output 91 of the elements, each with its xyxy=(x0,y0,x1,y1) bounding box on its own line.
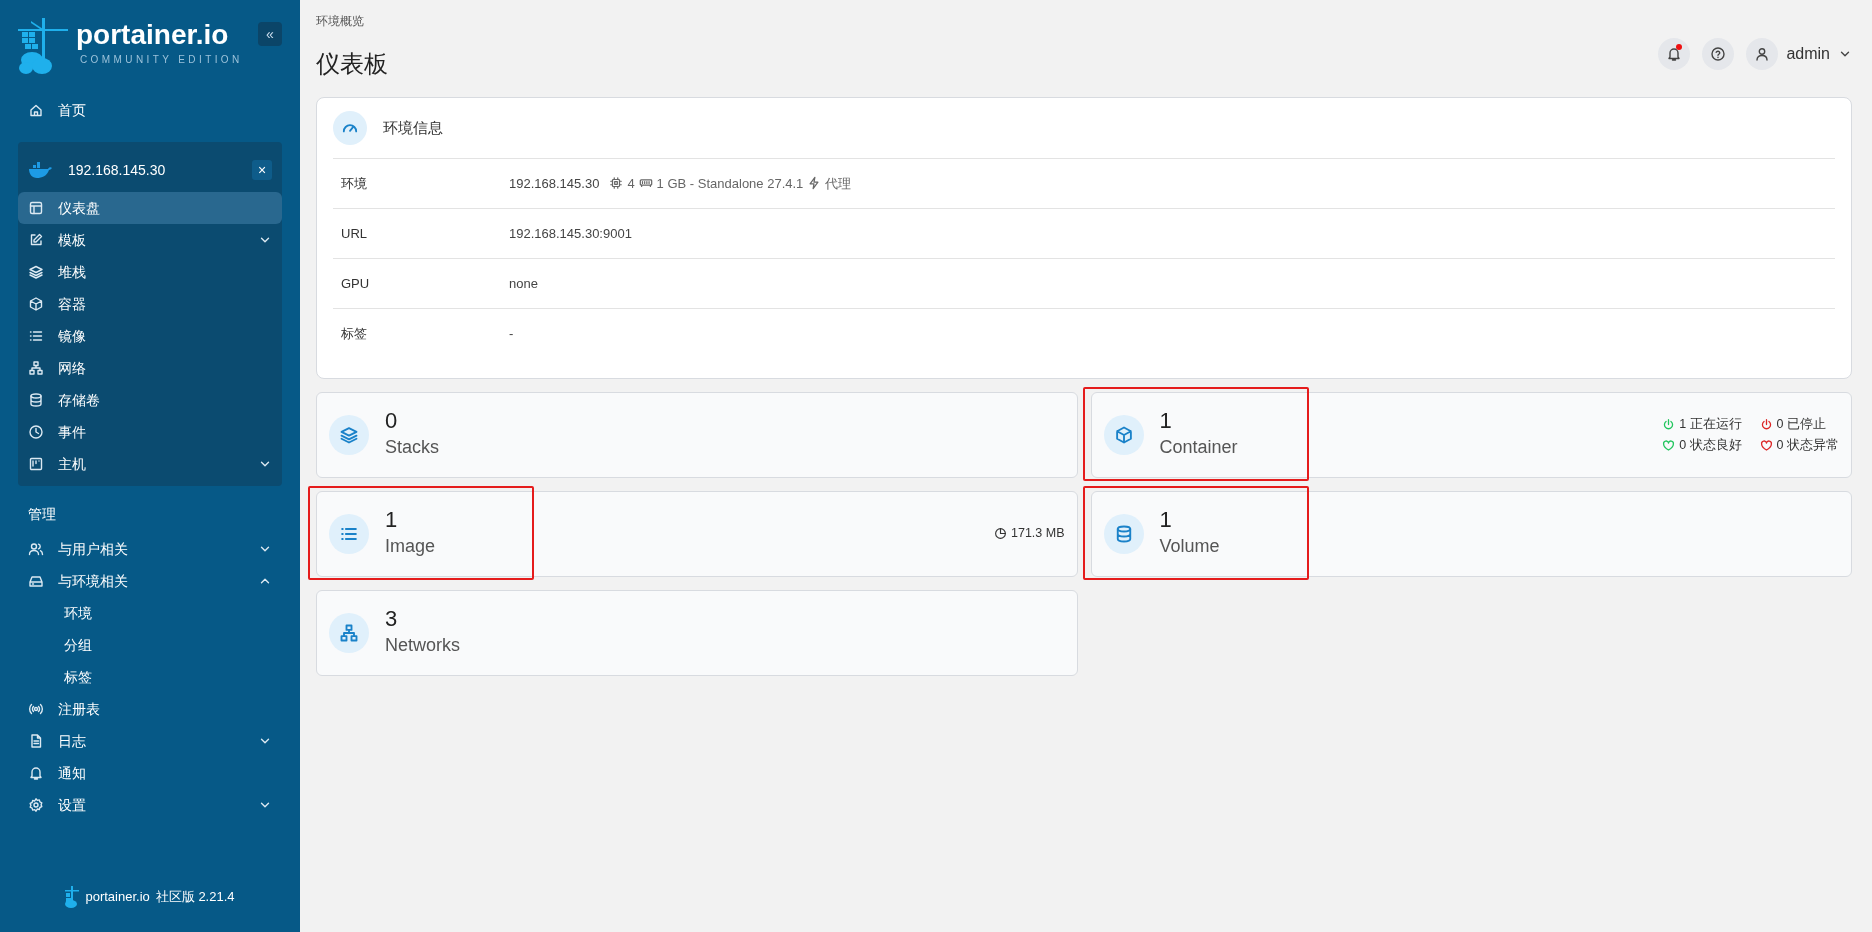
field-value: 代理 xyxy=(825,174,852,193)
nav-item[interactable]: 事件 xyxy=(18,416,282,448)
nav-item[interactable]: 与用户相关 xyxy=(18,533,282,565)
version-label: 社区版 2.21.4 xyxy=(155,888,235,907)
settings-icon xyxy=(28,797,44,813)
field-label: 标签 xyxy=(341,324,368,343)
section-title: 管理 xyxy=(28,505,57,524)
nav-item[interactable]: 镜像 xyxy=(18,320,282,352)
logo-icon xyxy=(18,18,68,76)
field-value: 192.168.145.30:9001 xyxy=(509,224,632,243)
stat-tile[interactable]: 1 Image 171.3 MB xyxy=(316,490,1078,577)
status-count: 0 状态良好 xyxy=(1679,436,1742,454)
nav-item[interactable]: 首页 xyxy=(18,94,282,126)
footer-logo-text: portainer.io xyxy=(85,888,150,907)
board-icon xyxy=(28,456,44,472)
file-icon xyxy=(28,733,44,749)
broadcast-icon xyxy=(28,701,44,717)
tile-count: 1 xyxy=(1159,408,1173,435)
user-icon xyxy=(1754,46,1771,63)
field-value: 1 GB - Standalone 27.4.1 xyxy=(656,174,804,193)
layers-icon xyxy=(339,424,359,445)
nav-item[interactable]: 日志 xyxy=(18,725,282,757)
field-label: URL xyxy=(341,224,368,243)
nav-item[interactable]: 存储卷 xyxy=(18,384,282,416)
home-icon xyxy=(28,102,44,118)
nav-item[interactable]: 与环境相关 xyxy=(18,565,282,597)
nav-item[interactable]: 通知 xyxy=(18,757,282,789)
tile-label: Container xyxy=(1159,436,1238,460)
nav-item[interactable]: 标签 xyxy=(18,661,282,693)
field-value: 192.168.145.30 xyxy=(509,174,600,193)
cube-icon xyxy=(28,296,44,312)
nav-item[interactable]: 网络 xyxy=(18,352,282,384)
nav-item[interactable]: 环境 xyxy=(18,597,282,629)
notification-button[interactable] xyxy=(1658,38,1691,71)
collapse-button[interactable]: « xyxy=(258,22,282,46)
environment-name: 192.168.145.30 xyxy=(68,160,167,180)
field-label: 环境 xyxy=(341,174,368,193)
network-icon xyxy=(28,360,44,376)
database-icon xyxy=(28,392,44,408)
logo-icon xyxy=(65,886,80,908)
tile-label: Stacks xyxy=(385,436,440,460)
help-button[interactable] xyxy=(1702,38,1735,71)
page-title: 仪表板 xyxy=(316,50,388,79)
stat-tile[interactable]: 0 Stacks xyxy=(316,391,1078,478)
cpu-icon xyxy=(609,176,624,191)
bell-icon xyxy=(1666,46,1683,63)
nav-item[interactable]: 分组 xyxy=(18,629,282,661)
nav-item[interactable]: 设置 xyxy=(18,789,282,821)
card-title: 环境信息 xyxy=(383,117,443,138)
help-icon xyxy=(1710,46,1727,63)
dashboard-icon xyxy=(28,200,44,216)
nav-item[interactable]: 注册表 xyxy=(18,693,282,725)
field-value: - xyxy=(509,324,514,343)
status-count: 0 已停止 xyxy=(1776,416,1826,434)
layers-icon xyxy=(28,264,44,280)
drive-icon xyxy=(28,573,44,589)
breadcrumb: 环境概览 xyxy=(316,13,365,30)
logo-text: portainer.io xyxy=(76,18,230,52)
tile-label: Image xyxy=(385,535,436,559)
tile-count: 3 xyxy=(385,606,399,633)
close-button[interactable]: × xyxy=(252,160,272,180)
stat-tile[interactable]: 3 Networks xyxy=(316,589,1078,676)
nav-item[interactable]: 堆栈 xyxy=(18,256,282,288)
nav-item[interactable]: 主机 xyxy=(18,448,282,480)
status-count: 1 正在运行 xyxy=(1679,416,1742,434)
status-count: 0 状态异常 xyxy=(1776,436,1839,454)
size-label: 171.3 MB xyxy=(1011,525,1065,543)
pie-chart-icon xyxy=(994,527,1007,541)
whale-icon xyxy=(28,162,52,178)
stat-tile[interactable]: 1 Container 1 正在运行 0 已停止 0 状态良好 0 状态异常 xyxy=(1090,391,1852,478)
edition-label: COMMUNITY EDITION xyxy=(80,53,243,67)
cube-icon xyxy=(1113,424,1134,445)
tile-count: 1 xyxy=(1159,507,1173,534)
field-label: GPU xyxy=(341,274,371,293)
clock-icon xyxy=(28,424,44,440)
network-icon xyxy=(339,622,359,643)
users-icon xyxy=(28,541,44,557)
user-menu[interactable]: admin xyxy=(1746,38,1852,71)
nav-item[interactable]: 模板 xyxy=(18,224,282,256)
field-value: none xyxy=(509,274,538,293)
tile-label: Networks xyxy=(385,634,460,658)
nav-item[interactable]: 容器 xyxy=(18,288,282,320)
tile-label: Volume xyxy=(1159,535,1220,559)
tile-count: 0 xyxy=(385,408,399,435)
bell-icon xyxy=(28,765,44,781)
field-value: 4 xyxy=(627,174,635,193)
list-icon xyxy=(28,328,44,344)
stat-tile[interactable]: 1 Volume xyxy=(1090,490,1852,577)
edit-icon xyxy=(28,232,44,248)
nav-item[interactable]: 仪表盘 xyxy=(18,192,282,224)
tile-count: 1 xyxy=(385,507,399,534)
